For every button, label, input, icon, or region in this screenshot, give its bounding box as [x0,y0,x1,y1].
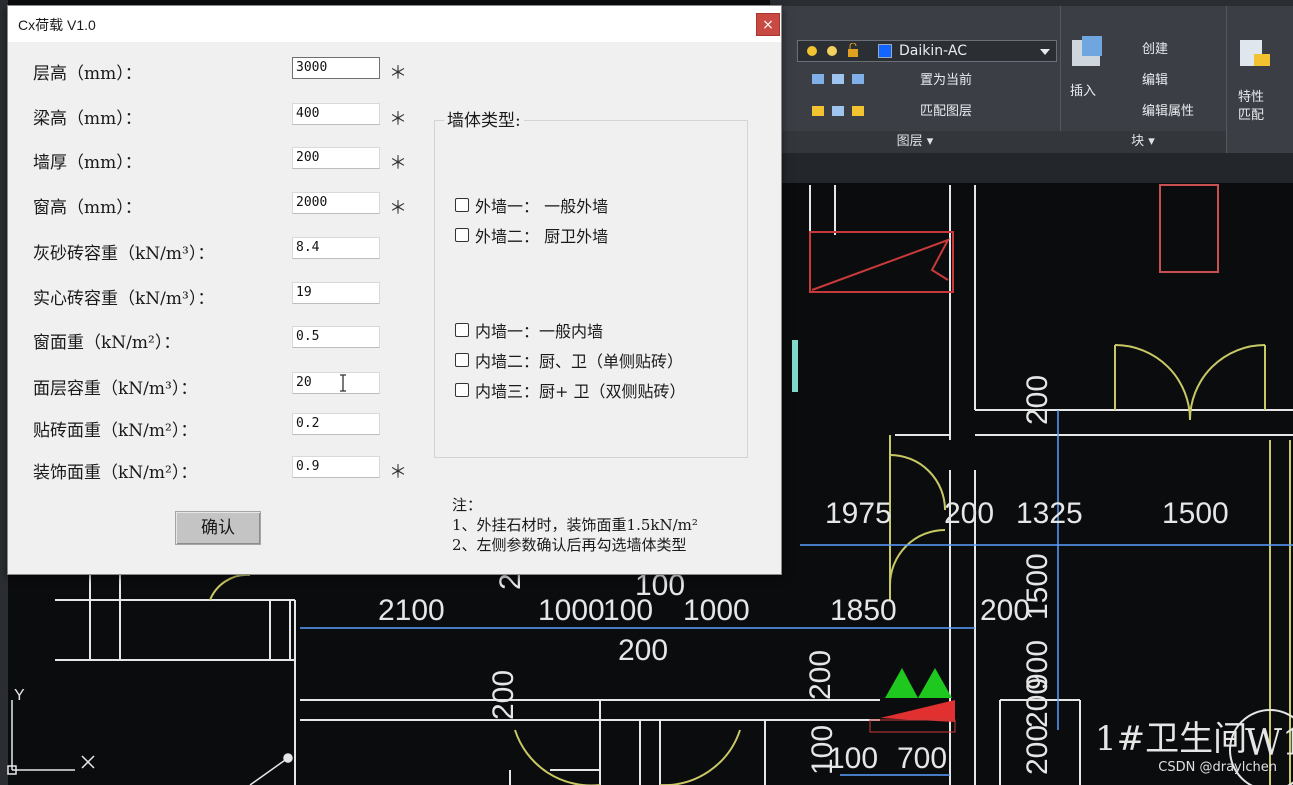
dimension-label: 200 [804,650,837,700]
tag-label: W1 [1245,723,1293,764]
field-label: 实心砖容重（kN/m³）： [33,289,215,309]
field-input[interactable]: 0.2 [292,413,380,435]
field-label: 梁高（mm）： [33,109,142,129]
dimension-label: 2100 [378,594,445,627]
dimension-label: 1325 [1016,497,1083,530]
field-label: 灰砂砖容重（kN/m³）： [33,244,215,264]
dimension-label: 1500 [1021,553,1054,620]
wall-type-label[interactable]: 内墙一：一般内墙 [475,318,603,342]
required-marker: ＊ [389,462,407,483]
wall-type-group [434,120,748,458]
dialog-titlebar[interactable]: Cx荷载 V1.0 × [8,6,781,42]
field-input[interactable]: 400 [292,103,380,125]
field-input[interactable]: 19 [292,282,380,304]
field-label: 窗面重（kN/m²）： [33,333,181,353]
dimension-label: 200 [487,670,520,720]
wall-type-group-title: 墙体类型: [444,106,524,131]
ucs-axis-icon [7,700,293,785]
field-input[interactable]: 8.4 [292,237,380,259]
field-label: 层高（mm）： [33,64,142,84]
dimension-label: 1975 [825,497,892,530]
dimension-label: 200 [1021,375,1054,425]
dimension-label: 1850 [830,594,897,627]
checkbox-icon[interactable] [455,353,469,367]
checkbox-icon[interactable] [455,228,469,242]
note-line: 1、外挂石材时，装饰面重1.5kN/m² [452,516,698,534]
cx-load-dialog: Cx荷载 V1.0 × 层高（mm）： 3000 ＊ 梁高（mm）： 400 ＊ 墙厚（mm… [7,5,782,575]
field-label: 装饰面重（kN/m²）： [33,463,198,483]
required-marker: ＊ [389,109,407,130]
field-input[interactable]: 20 [292,372,380,394]
dialog-title: Cx荷载 V1.0 [18,17,96,33]
field-label: 贴砖面重（kN/m²）： [33,421,198,441]
field-input[interactable]: 3000 [292,57,380,79]
wall-type-label[interactable]: 外墙一： 一般外墙 [475,193,608,217]
section-symbol [869,668,956,733]
note-line: 注： [452,496,483,514]
dimension-label: 700 [897,742,947,775]
close-button[interactable]: × [756,13,780,36]
watermark: CSDN @draylchen [1158,760,1277,775]
wall-type-label[interactable]: 内墙三：厨+ 卫（双侧贴砖） [475,378,686,402]
wall-type-label[interactable]: 外墙二： 厨卫外墙 [475,223,608,247]
dimension-label: 200 [618,634,668,667]
dimension-label: 200 [1021,678,1054,728]
field-label: 窗高（mm）： [33,198,142,218]
field-input[interactable]: 200 [292,147,380,169]
required-marker: ＊ [389,63,407,84]
required-marker: ＊ [389,153,407,174]
dimension-label: 1000 [683,594,750,627]
text-cursor-icon [340,374,346,392]
field-label: 面层容重（kN/m³）： [33,379,198,399]
room-label: 1#卫生间 [1095,719,1247,759]
confirm-button[interactable]: 确认 [175,511,261,545]
field-input[interactable]: 0.5 [292,326,380,348]
checkbox-icon[interactable] [455,323,469,337]
note-line: 2、左侧参数确认后再勾选墙体类型 [452,536,687,554]
field-label: 墙厚（mm）： [33,153,142,173]
field-input[interactable]: 0.9 [292,456,380,478]
dimension-label: 200 [944,497,994,530]
wall-type-label[interactable]: 内墙二：厨、卫（单侧贴砖） [475,348,683,372]
field-input[interactable]: 2000 [292,192,380,214]
checkbox-icon[interactable] [455,198,469,212]
cyan-marker [792,340,798,392]
dimension-label: 1500 [1162,497,1229,530]
checkbox-icon[interactable] [455,383,469,397]
red-fixture [809,184,1219,293]
axis-y-label: Y [14,687,25,704]
dimension-label: 200 [1021,725,1054,775]
required-marker: ＊ [389,198,407,219]
dimension-label: 100 [806,725,839,775]
dimension-label: 1000 [538,594,605,627]
